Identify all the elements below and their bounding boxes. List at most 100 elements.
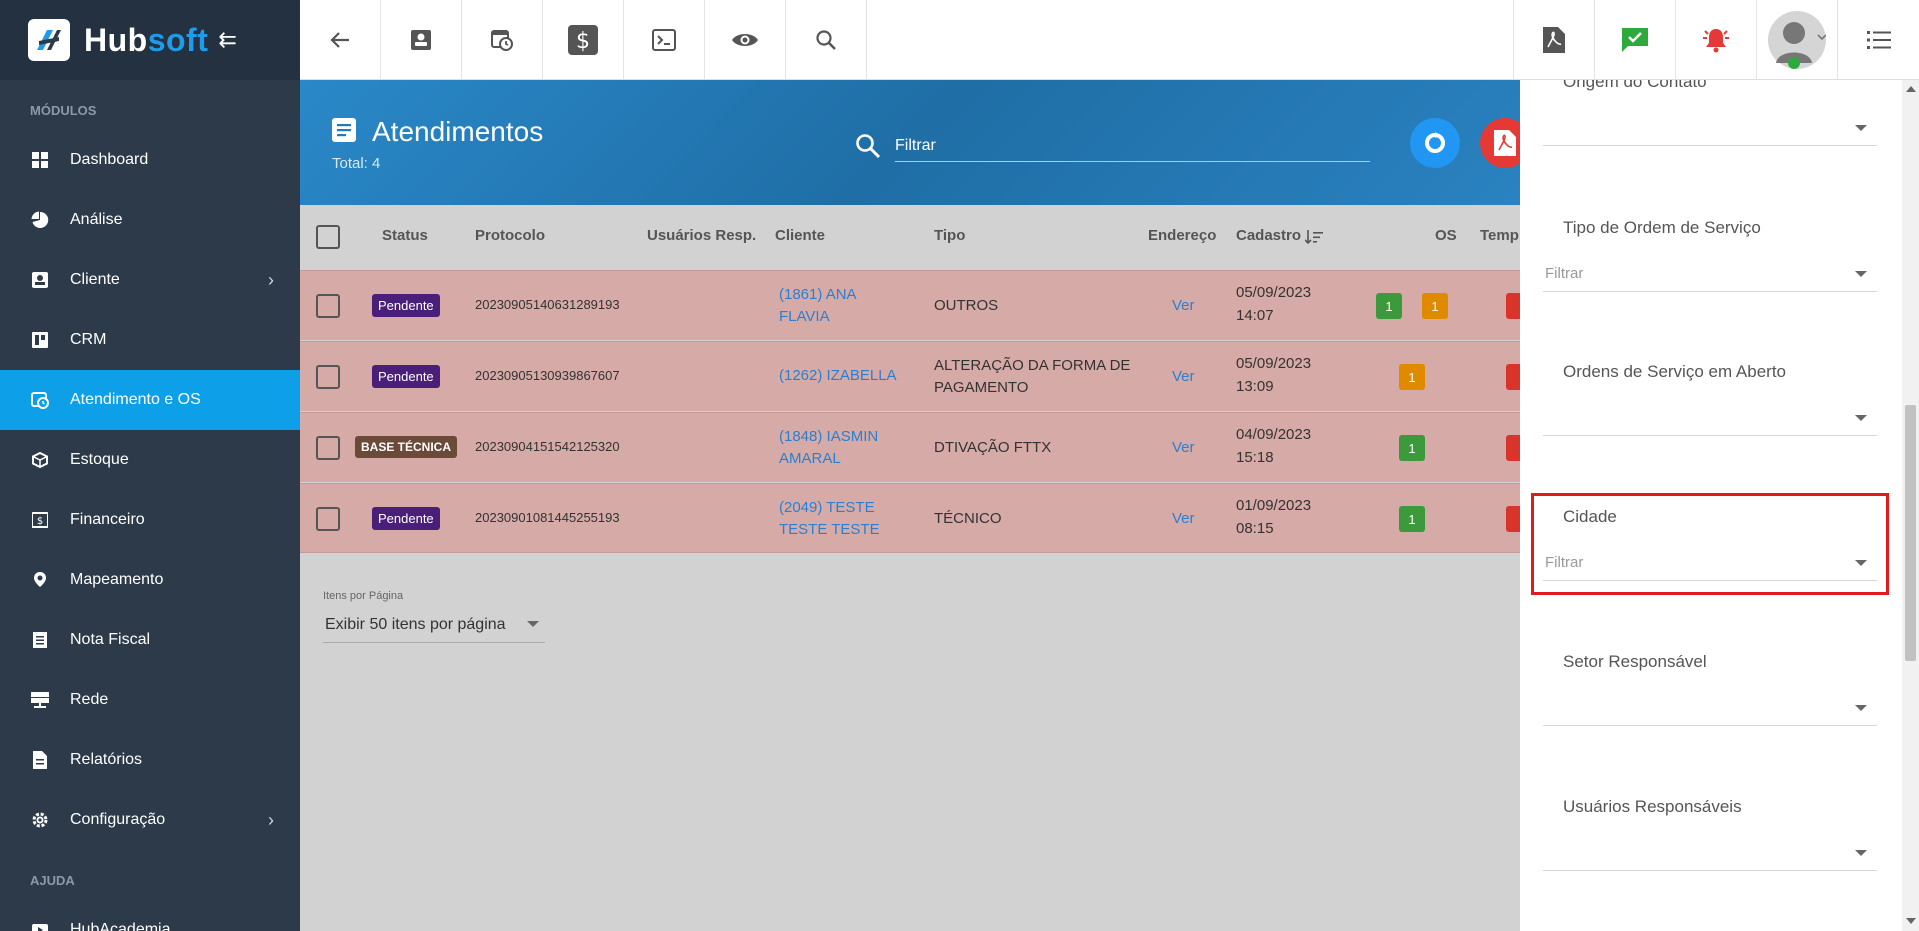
column-tipo[interactable]: Tipo: [934, 227, 965, 244]
alarms-button[interactable]: [1675, 0, 1756, 80]
os-count-pill[interactable]: 1: [1399, 506, 1425, 532]
table-row[interactable]: Pendente 20230905140631289193 (1861) ANA…: [300, 270, 1520, 340]
collapse-menu-icon[interactable]: ⇇: [218, 27, 236, 53]
clients-shortcut-button[interactable]: [381, 0, 462, 80]
calendar-clock-icon: [30, 390, 50, 410]
row-checkbox[interactable]: [316, 365, 340, 389]
pdf-icon: [1543, 27, 1565, 53]
column-protocolo[interactable]: Protocolo: [475, 227, 545, 244]
tipo-os-value: Filtrar: [1545, 265, 1584, 282]
sidebar-item-cliente[interactable]: Cliente ›: [0, 250, 300, 310]
terminal-shortcut-button[interactable]: [624, 0, 705, 80]
origem-contato-select[interactable]: [1543, 110, 1877, 146]
pie-chart-icon: [30, 210, 50, 230]
items-per-page-label: Itens por Página: [323, 590, 404, 602]
endereco-link[interactable]: Ver: [1172, 510, 1195, 527]
os-count-pill[interactable]: 1: [1399, 435, 1425, 461]
sidebar-item-hubacademia[interactable]: HubAcademia: [0, 900, 300, 931]
row-checkbox[interactable]: [316, 294, 340, 318]
sidebar-item-rede[interactable]: Rede: [0, 670, 300, 730]
sidebar-item-label: Configuração: [70, 811, 166, 828]
tipo-cell: TÉCNICO: [934, 510, 1002, 527]
os-count-pill[interactable]: 1: [1399, 364, 1425, 390]
filter-panel-scrollbar[interactable]: [1902, 80, 1919, 931]
cliente-link[interactable]: (1848) IASMIN AMARAL: [775, 426, 895, 470]
user-menu-button[interactable]: [1756, 0, 1837, 80]
cliente-link[interactable]: (1262) IZABELLA: [775, 367, 897, 384]
sidebar-item-dashboard[interactable]: Dashboard: [0, 130, 300, 190]
sidebar-item-financeiro[interactable]: $ Financeiro: [0, 490, 300, 550]
table-row[interactable]: Pendente 20230901081445255193 (2049) TES…: [300, 483, 1520, 553]
tasks-button[interactable]: [1594, 0, 1675, 80]
dashboard-icon: [30, 150, 50, 170]
cliente-link[interactable]: (1861) ANA FLAVIA: [775, 284, 885, 328]
filter-label-cidade: Cidade: [1563, 507, 1617, 526]
column-cadastro[interactable]: Cadastro: [1236, 227, 1301, 244]
hubsoft-logo-icon[interactable]: [28, 19, 70, 61]
scroll-thumb[interactable]: [1905, 405, 1916, 661]
scroll-down-icon[interactable]: [1906, 918, 1916, 924]
export-pdf-button[interactable]: [1480, 118, 1520, 168]
protocolo-cell: 20230905140631289193: [475, 297, 620, 312]
os-count-pill[interactable]: 1: [1422, 293, 1448, 319]
select-all-checkbox[interactable]: [316, 225, 340, 249]
sidebar-item-label: Estoque: [70, 451, 129, 468]
tipo-os-select[interactable]: Filtrar: [1543, 256, 1877, 292]
header-filter: [855, 130, 1370, 162]
items-per-page-select[interactable]: Exibir 50 itens por página: [323, 607, 545, 643]
endereco-link[interactable]: Ver: [1172, 368, 1195, 385]
list-menu-button[interactable]: [1837, 0, 1919, 80]
sidebar-item-relatorios[interactable]: Relatórios: [0, 730, 300, 790]
cliente-link[interactable]: (2049) TESTE TESTE TESTE: [775, 497, 895, 541]
sidebar-item-crm[interactable]: CRM: [0, 310, 300, 370]
sidebar-item-configuracao[interactable]: Configuração ›: [0, 790, 300, 850]
sidebar-item-mapeamento[interactable]: Mapeamento: [0, 550, 300, 610]
cidade-select[interactable]: Filtrar: [1543, 545, 1877, 581]
column-os[interactable]: OS: [1435, 227, 1457, 244]
caret-down-icon: [1855, 125, 1867, 131]
status-badge: Pendente: [372, 365, 440, 388]
back-button[interactable]: [300, 0, 381, 80]
filter-input[interactable]: [895, 130, 1370, 162]
atendimentos-table: Status Protocolo Usuários Resp. Cliente …: [300, 205, 1520, 931]
status-badge: Pendente: [372, 294, 440, 317]
usuarios-responsaveis-select[interactable]: [1543, 835, 1877, 871]
status-badge: Pendente: [372, 507, 440, 530]
tempo-pill: [1506, 364, 1520, 390]
column-endereco[interactable]: Endereço: [1148, 227, 1216, 244]
column-usuarios-resp[interactable]: Usuários Resp.: [647, 227, 756, 244]
endereco-link[interactable]: Ver: [1172, 439, 1195, 456]
sidebar-item-estoque[interactable]: Estoque: [0, 430, 300, 490]
sidebar-item-atendimento[interactable]: Atendimento e OS: [0, 370, 300, 430]
tempo-pill: [1506, 435, 1520, 461]
pdf-button[interactable]: [1513, 0, 1594, 80]
os-count-pill[interactable]: 1: [1376, 293, 1402, 319]
check-message-icon: [1622, 28, 1648, 52]
sidebar-item-label: Atendimento e OS: [70, 391, 201, 408]
search-shortcut-button[interactable]: [786, 0, 867, 80]
sidebar-item-nota-fiscal[interactable]: Nota Fiscal: [0, 610, 300, 670]
sort-desc-icon[interactable]: [1305, 229, 1323, 245]
column-cliente[interactable]: Cliente: [775, 227, 825, 244]
view-shortcut-button[interactable]: [705, 0, 786, 80]
items-per-page-value: Exibir 50 itens por página: [325, 615, 506, 633]
sidebar-item-label: HubAcademia: [70, 921, 171, 931]
finance-shortcut-button[interactable]: $: [543, 0, 624, 80]
row-checkbox[interactable]: [316, 507, 340, 531]
sidebar-item-analise[interactable]: Análise: [0, 190, 300, 250]
document-list-icon: [332, 118, 356, 142]
os-aberto-select[interactable]: [1543, 400, 1877, 436]
setor-responsavel-select[interactable]: [1543, 690, 1877, 726]
scroll-up-icon[interactable]: [1906, 86, 1916, 92]
column-status[interactable]: Status: [382, 227, 428, 244]
schedule-shortcut-button[interactable]: [462, 0, 543, 80]
sidebar-item-label: Nota Fiscal: [70, 631, 151, 648]
row-checkbox[interactable]: [316, 436, 340, 460]
column-tempo[interactable]: Temp: [1480, 227, 1519, 244]
endereco-link[interactable]: Ver: [1172, 297, 1195, 314]
tipo-cell: DTIVAÇÃO FTTX: [934, 439, 1052, 456]
table-row[interactable]: BASE TÉCNICA 20230904151542125320 (1848)…: [300, 412, 1520, 482]
refresh-button[interactable]: [1410, 118, 1460, 168]
table-row[interactable]: Pendente 20230905130939867607 (1262) IZA…: [300, 341, 1520, 411]
caret-down-icon: [1855, 850, 1867, 856]
